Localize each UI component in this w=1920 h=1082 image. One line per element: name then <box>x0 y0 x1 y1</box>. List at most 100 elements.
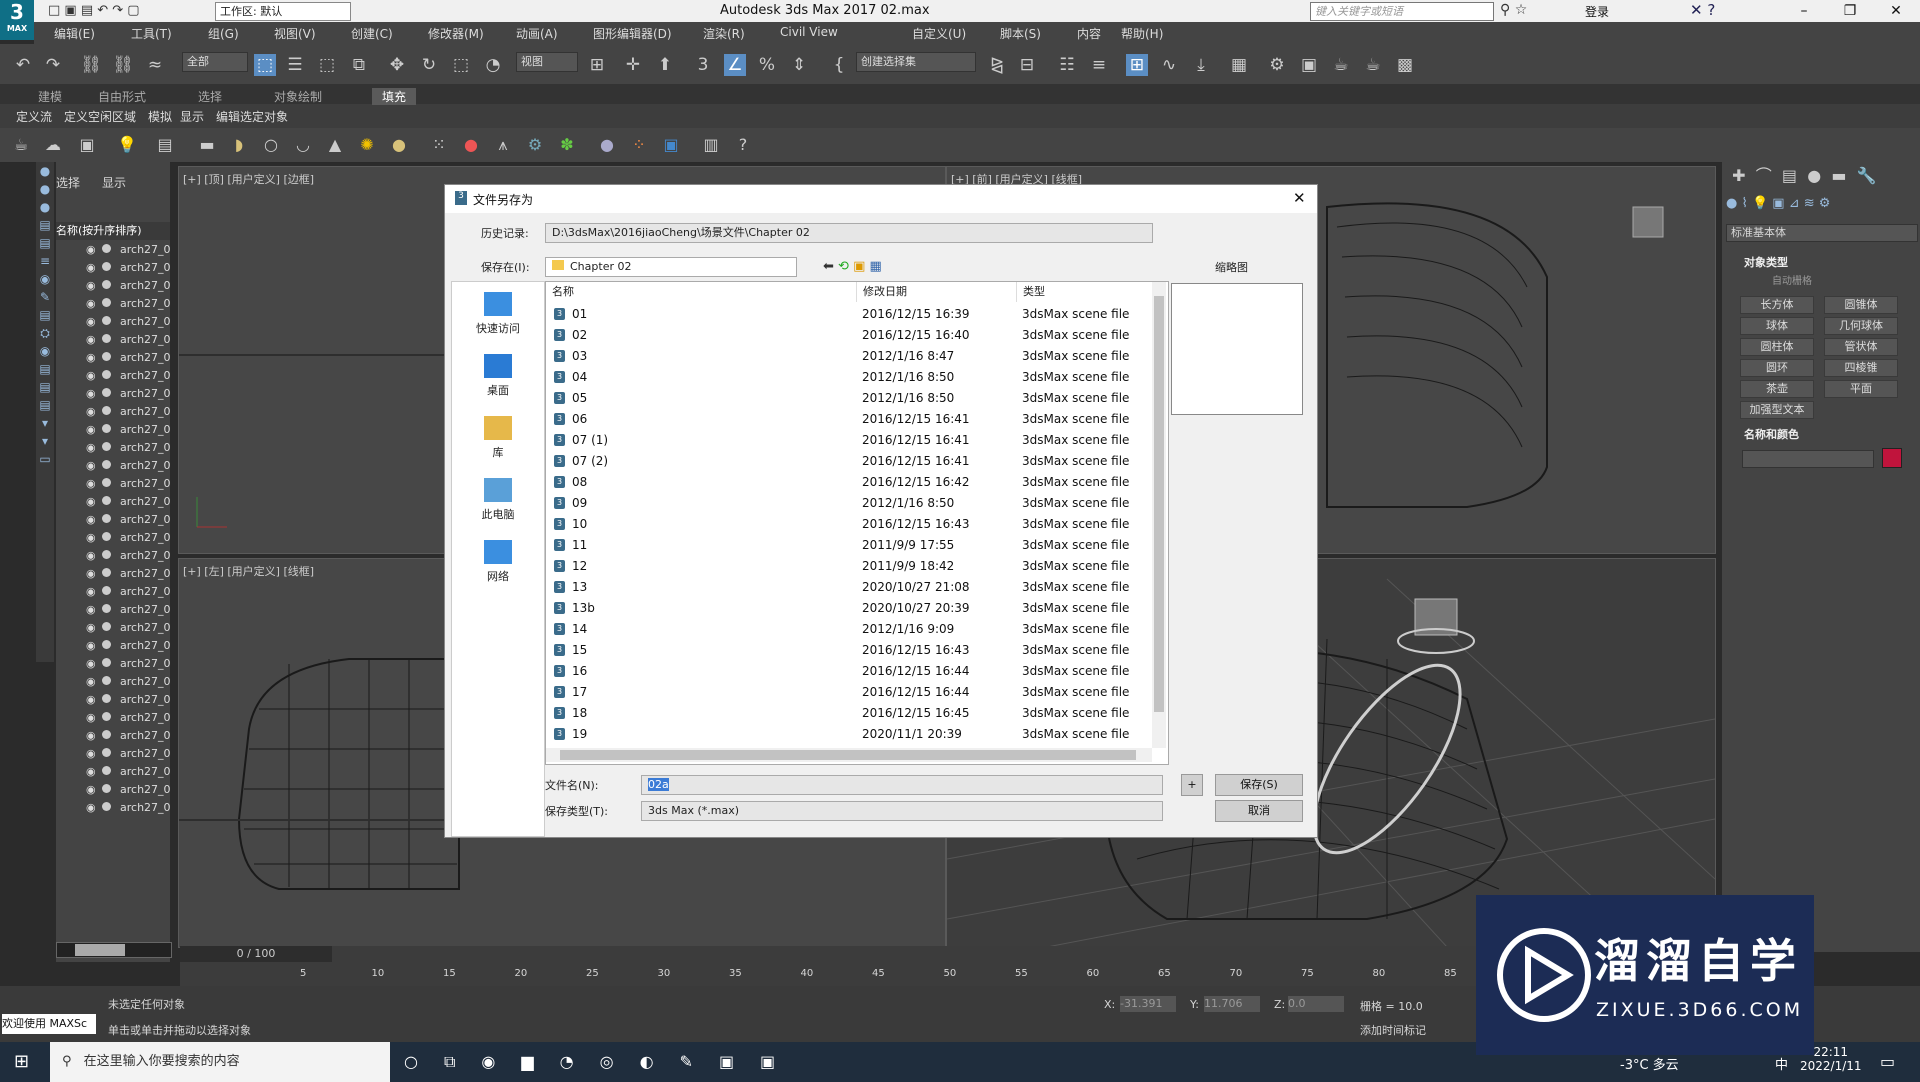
move-icon[interactable]: ✥ <box>386 54 408 76</box>
increment-button[interactable]: + <box>1181 774 1203 796</box>
render-toggle-icon[interactable] <box>102 442 111 451</box>
menu-item-9[interactable]: Civil View <box>780 25 838 39</box>
file-row[interactable]: 3 12 2011/9/9 18:42 3dsMax scene file <box>546 556 1146 577</box>
menu-item-10[interactable]: 自定义(U) <box>912 25 966 42</box>
eye-icon[interactable]: ◉ <box>86 369 96 382</box>
undo-icon[interactable]: ↶ <box>12 54 34 76</box>
layer-manager-icon[interactable]: ☷ <box>1056 54 1078 76</box>
render-toggle-icon[interactable] <box>102 568 111 577</box>
ribbon-sub-0[interactable]: 定义流 <box>16 108 52 125</box>
binoculars-icon[interactable]: ⚲ ☆ <box>1500 2 1527 18</box>
align-icon[interactable]: ⊟ <box>1016 54 1038 76</box>
primitive-button-3[interactable]: 几何球体 <box>1824 317 1898 335</box>
scene-row[interactable]: ◉ arch27_0 <box>56 782 171 799</box>
scene-row[interactable]: ◉ arch27_0 <box>56 260 171 277</box>
file-row[interactable]: 3 14 2012/1/16 9:09 3dsMax scene file <box>546 619 1146 640</box>
eye-icon[interactable]: ◉ <box>86 711 96 724</box>
select-object-icon[interactable]: ⬚ <box>254 54 276 76</box>
render-cloud-icon[interactable]: ☕ <box>1362 54 1384 76</box>
box-icon[interactable]: ▬ <box>196 134 218 156</box>
ribbon-tab-2[interactable]: 选择 <box>198 88 222 105</box>
scene-row[interactable]: ◉ arch27_0 <box>56 404 171 421</box>
eye-icon[interactable]: ◉ <box>86 333 96 346</box>
scene-row[interactable]: ◉ arch27_0 <box>56 422 171 439</box>
selection-filter[interactable]: 全部 <box>182 52 248 72</box>
cloud-icon[interactable]: ☁ <box>42 134 64 156</box>
filename-input[interactable]: 02a <box>641 775 1163 795</box>
place-3[interactable]: 此电脑 <box>452 478 544 522</box>
search-input[interactable]: 键入关键字或短语 <box>1310 2 1494 21</box>
file-row[interactable]: 3 03 2012/1/16 8:47 3dsMax scene file <box>546 346 1146 367</box>
eye-icon[interactable]: ◉ <box>86 621 96 634</box>
scene-row[interactable]: ◉ arch27_0 <box>56 386 171 403</box>
render-toggle-icon[interactable] <box>102 424 111 433</box>
place-0[interactable]: 快速访问 <box>452 292 544 336</box>
render-toggle-icon[interactable] <box>102 406 111 415</box>
horizontal-scrollbar[interactable] <box>56 942 172 958</box>
render-icon[interactable]: ▣ <box>660 134 682 156</box>
render-toggle-icon[interactable] <box>102 460 111 469</box>
file-row[interactable]: 3 18 2016/12/15 16:45 3dsMax scene file <box>546 703 1146 724</box>
scene-row[interactable]: ◉ arch27_0 <box>56 314 171 331</box>
file-row[interactable]: 3 10 2016/12/15 16:43 3dsMax scene file <box>546 514 1146 535</box>
eye-icon[interactable]: ◉ <box>86 783 96 796</box>
scene-row[interactable]: ◉ arch27_0 <box>56 458 171 475</box>
primitive-button-4[interactable]: 圆柱体 <box>1740 338 1814 356</box>
file-row[interactable]: 3 02 2016/12/15 16:40 3dsMax scene file <box>546 325 1146 346</box>
material-sphere-icon[interactable]: ● <box>596 134 618 156</box>
scene-row[interactable]: ◉ arch27_0 <box>56 278 171 295</box>
snap-toggle-icon[interactable]: 3 <box>692 54 714 76</box>
render-production-icon[interactable]: ☕ <box>1330 54 1352 76</box>
eye-icon[interactable]: ◉ <box>86 639 96 652</box>
eye-icon[interactable]: ◉ <box>86 495 96 508</box>
file-row[interactable]: 3 07 (1) 2016/12/15 16:41 3dsMax scene file <box>546 430 1146 451</box>
scene-row[interactable]: ◉ arch27_0 <box>56 746 171 763</box>
spinner-snap-icon[interactable]: ⇕ <box>788 54 810 76</box>
eye-icon[interactable]: ◉ <box>86 657 96 670</box>
notification-icon[interactable]: ▭ <box>1880 1052 1895 1071</box>
menu-item-12[interactable]: 内容 <box>1077 25 1101 42</box>
unlink-icon[interactable]: ⛓ <box>112 54 134 76</box>
primitive-button-8[interactable]: 茶壶 <box>1740 380 1814 398</box>
primitive-button-1[interactable]: 圆锥体 <box>1824 296 1898 314</box>
rendered-frame-icon[interactable]: ▣ <box>1298 54 1320 76</box>
column-date[interactable]: 修改日期 <box>856 282 907 302</box>
3dsmax-logo-icon[interactable]: 3 MAX <box>0 0 34 40</box>
scene-row[interactable]: ◉ arch27_0 <box>56 242 171 259</box>
render-toggle-icon[interactable] <box>102 244 111 253</box>
ribbon-tab-3[interactable]: 对象绘制 <box>274 88 322 105</box>
place-1[interactable]: 桌面 <box>452 354 544 398</box>
menu-item-8[interactable]: 渲染(R) <box>703 25 745 42</box>
render-toggle-icon[interactable] <box>102 748 111 757</box>
eye-icon[interactable]: ◉ <box>86 585 96 598</box>
render-toggle-icon[interactable] <box>102 262 111 271</box>
eye-icon[interactable]: ◉ <box>86 243 96 256</box>
scene-row[interactable]: ◉ arch27_0 <box>56 368 171 385</box>
primitive-button-2[interactable]: 球体 <box>1740 317 1814 335</box>
eye-icon[interactable]: ◉ <box>86 387 96 400</box>
scene-row[interactable]: ◉ arch27_0 <box>56 440 171 457</box>
render-toggle-icon[interactable] <box>102 622 111 631</box>
workspace-select[interactable]: 工作区: 默认 <box>215 2 351 21</box>
ribbon-toggle-icon[interactable]: ≡ <box>1088 54 1110 76</box>
tab-select[interactable]: 选择 <box>56 174 80 191</box>
history-select[interactable]: D:\3dsMax\2016jiaoCheng\场景文件\Chapter 02 <box>545 223 1153 243</box>
column-header[interactable]: 名称(按升序排序) <box>56 222 170 240</box>
select-manipulate-icon[interactable]: ✛ <box>622 54 644 76</box>
file-row[interactable]: 3 07 (2) 2016/12/15 16:41 3dsMax scene file <box>546 451 1146 472</box>
eye-icon[interactable]: ◉ <box>86 603 96 616</box>
eye-icon[interactable]: ◉ <box>86 549 96 562</box>
eye-icon[interactable]: ◉ <box>86 279 96 292</box>
file-row[interactable]: 3 13 2020/10/27 21:08 3dsMax scene file <box>546 577 1146 598</box>
name-color-title[interactable]: 名称和颜色 <box>1744 426 1799 442</box>
camera-icon[interactable]: ▤ <box>154 134 176 156</box>
scene-row[interactable]: ◉ arch27_0 <box>56 512 171 529</box>
render-toggle-icon[interactable] <box>102 676 111 685</box>
file-row[interactable]: 3 05 2012/1/16 8:50 3dsMax scene file <box>546 388 1146 409</box>
file-row[interactable]: 3 15 2016/12/15 16:43 3dsMax scene file <box>546 640 1146 661</box>
primitive-type-select[interactable]: 标准基本体 <box>1726 224 1918 242</box>
eye-icon[interactable]: ◉ <box>86 729 96 742</box>
object-name-input[interactable] <box>1742 450 1874 468</box>
scene-row[interactable]: ◉ arch27_0 <box>56 566 171 583</box>
cone-icon[interactable]: ▲ <box>324 134 346 156</box>
